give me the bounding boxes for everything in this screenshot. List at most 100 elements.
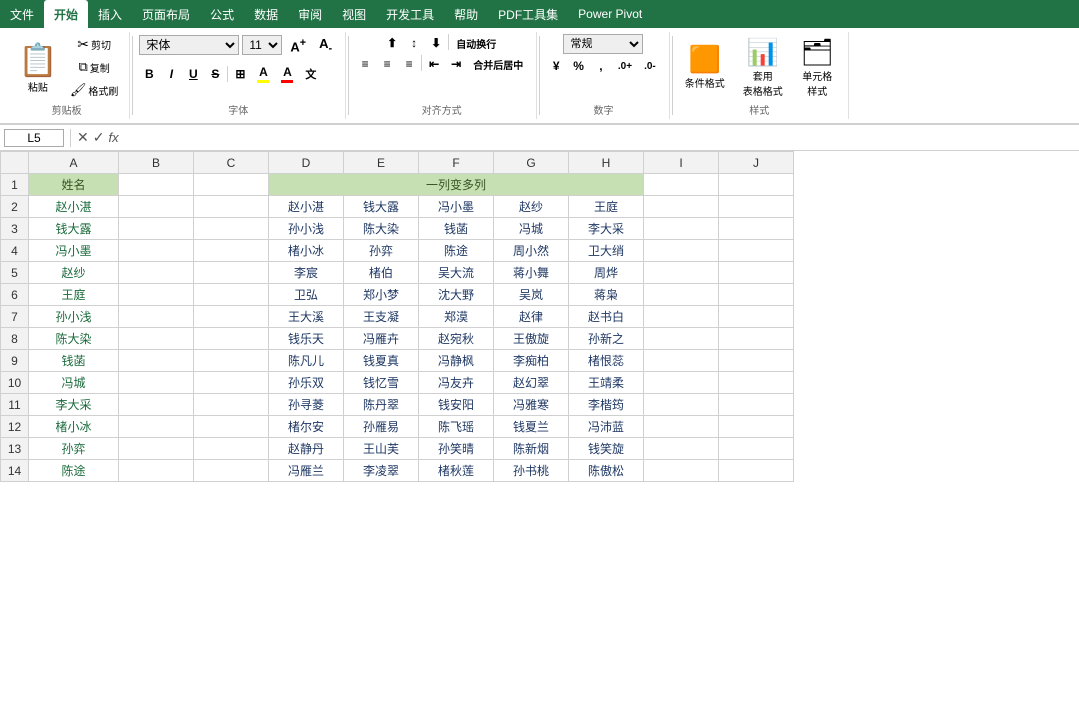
cell-6-6[interactable]: 吴岚 [494,284,569,306]
cell-12-8[interactable] [644,416,719,438]
cell-2-6[interactable]: 赵纱 [494,196,569,218]
col-header-g[interactable]: G [494,152,569,174]
cell-9-9[interactable] [719,350,794,372]
tab-home[interactable]: 开始 [44,0,88,28]
cell-11-7[interactable]: 李楷筠 [569,394,644,416]
cell-11-2[interactable] [194,394,269,416]
row-header-9[interactable]: 9 [1,350,29,372]
decrease-font-button[interactable]: A- [314,34,337,57]
cell-6-2[interactable] [194,284,269,306]
font-family-select[interactable]: 宋体 [139,35,239,55]
cell-8-7[interactable]: 孙新之 [569,328,644,350]
cell-12-0[interactable]: 楮小冰 [29,416,119,438]
cell-14-1[interactable] [119,460,194,482]
cell-11-9[interactable] [719,394,794,416]
tab-formulas[interactable]: 公式 [200,0,244,28]
cell-9-8[interactable] [644,350,719,372]
cell-7-0[interactable]: 孙小浅 [29,306,119,328]
cell-7-7[interactable]: 赵书白 [569,306,644,328]
cell-13-1[interactable] [119,438,194,460]
row-header-11[interactable]: 11 [1,394,29,416]
cell-3-1[interactable] [119,218,194,240]
cell-12-7[interactable]: 冯沛蓝 [569,416,644,438]
cell-10-8[interactable] [644,372,719,394]
cell-4-4[interactable]: 孙弈 [344,240,419,262]
tab-developer[interactable]: 开发工具 [376,0,444,28]
row-header-6[interactable]: 6 [1,284,29,306]
indent-dec-button[interactable]: ⇤ [424,55,444,74]
underline-button[interactable]: U [183,65,203,83]
tab-pdf[interactable]: PDF工具集 [488,0,568,28]
col-header-j[interactable]: J [719,152,794,174]
cell-11-6[interactable]: 冯雅寒 [494,394,569,416]
cell-2-9[interactable] [719,196,794,218]
tab-review[interactable]: 审阅 [288,0,332,28]
cell-1-8[interactable] [644,174,719,196]
cell-1-1[interactable] [119,174,194,196]
cell-7-4[interactable]: 王支凝 [344,306,419,328]
cell-5-5[interactable]: 吴大流 [419,262,494,284]
wrap-text-button[interactable]: 自动换行 [451,34,501,53]
cell-11-5[interactable]: 钱安阳 [419,394,494,416]
align-bottom-button[interactable]: ⬇ [426,34,446,53]
cell-3-9[interactable] [719,218,794,240]
cell-3-7[interactable]: 李大采 [569,218,644,240]
cell-5-6[interactable]: 蒋小舞 [494,262,569,284]
cell-12-2[interactable] [194,416,269,438]
row-header-12[interactable]: 12 [1,416,29,438]
cell-6-4[interactable]: 郑小梦 [344,284,419,306]
cell-8-2[interactable] [194,328,269,350]
italic-button[interactable]: I [161,65,181,83]
cell-5-9[interactable] [719,262,794,284]
cell-14-4[interactable]: 李凌翠 [344,460,419,482]
fill-color-button[interactable]: A [252,63,274,85]
cell-6-3[interactable]: 卫弘 [269,284,344,306]
cell-14-2[interactable] [194,460,269,482]
cell-13-3[interactable]: 赵静丹 [269,438,344,460]
cell-13-5[interactable]: 孙笑晴 [419,438,494,460]
tab-insert[interactable]: 插入 [88,0,132,28]
col-header-d[interactable]: D [269,152,344,174]
cell-3-2[interactable] [194,218,269,240]
cell-3-0[interactable]: 钱大露 [29,218,119,240]
cell-4-1[interactable] [119,240,194,262]
row-header-13[interactable]: 13 [1,438,29,460]
cell-12-3[interactable]: 楮尔安 [269,416,344,438]
cell-12-1[interactable] [119,416,194,438]
cell-5-7[interactable]: 周烨 [569,262,644,284]
cell-14-7[interactable]: 陈傲松 [569,460,644,482]
cell-3-4[interactable]: 陈大染 [344,218,419,240]
cell-10-4[interactable]: 钱忆雪 [344,372,419,394]
cell-10-1[interactable] [119,372,194,394]
cell-10-5[interactable]: 冯友卉 [419,372,494,394]
number-format-select[interactable]: 常规 [563,34,643,54]
col-header-e[interactable]: E [344,152,419,174]
cell-12-9[interactable] [719,416,794,438]
cell-10-9[interactable] [719,372,794,394]
bold-button[interactable]: B [139,65,159,83]
cell-8-9[interactable] [719,328,794,350]
table-style-button[interactable]: 📊 套用 表格格式 [737,35,789,100]
increase-decimal-button[interactable]: .0+ [613,59,637,74]
col-header-i[interactable]: I [644,152,719,174]
row-header-1[interactable]: 1 [1,174,29,196]
col-header-h[interactable]: H [569,152,644,174]
cell-9-6[interactable]: 李痴柏 [494,350,569,372]
cell-1-3[interactable]: 一列变多列 [269,174,644,196]
cell-2-5[interactable]: 冯小墨 [419,196,494,218]
confirm-formula-icon[interactable]: ✓ [93,129,105,146]
cell-13-4[interactable]: 王山芙 [344,438,419,460]
cell-3-6[interactable]: 冯城 [494,218,569,240]
conditional-format-button[interactable]: 🟧 条件格式 [679,42,731,92]
cell-10-7[interactable]: 王靖柔 [569,372,644,394]
cell-3-5[interactable]: 钱菡 [419,218,494,240]
cell-8-4[interactable]: 冯雁卉 [344,328,419,350]
col-header-b[interactable]: B [119,152,194,174]
spreadsheet-container[interactable]: A B C D E F G H I J 1姓名一列变多列2赵小湛赵小湛钱大露冯小… [0,151,1079,714]
cell-4-3[interactable]: 楮小冰 [269,240,344,262]
paste-button[interactable]: 📋 粘贴 [12,39,64,96]
cell-9-2[interactable] [194,350,269,372]
cell-7-8[interactable] [644,306,719,328]
cell-4-0[interactable]: 冯小墨 [29,240,119,262]
cell-4-9[interactable] [719,240,794,262]
